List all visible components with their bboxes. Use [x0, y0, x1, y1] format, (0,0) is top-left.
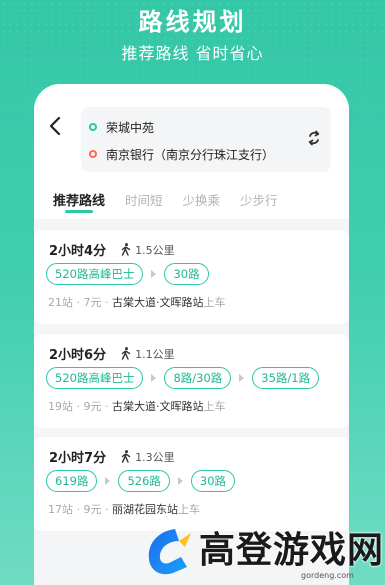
boarding-label: 上车: [178, 503, 200, 516]
transfer-arrow-icon: [151, 270, 157, 278]
route-duration: 2小时6分: [49, 348, 107, 363]
tab-least-walking[interactable]: 少步行: [240, 190, 278, 219]
bus-line-list: 619路 526路 30路: [46, 470, 236, 492]
tab-shortest-time[interactable]: 时间短: [125, 190, 163, 219]
route-summary: 2小时7分 1.3公里: [49, 447, 175, 466]
swap-direction-icon[interactable]: [305, 129, 323, 147]
tab-recommended[interactable]: 推荐路线: [53, 190, 105, 219]
route-duration: 2小时7分: [49, 451, 107, 466]
bus-line-pill: 35路/1路: [252, 367, 320, 389]
walk-distance: 1.3公里: [135, 450, 175, 464]
boarding-stop: 古棠大道·文晖路站: [112, 296, 204, 309]
stop-count: 17站: [48, 503, 73, 516]
watermark-url: gordeng.com: [301, 571, 354, 580]
transfer-arrow-icon: [105, 477, 111, 485]
back-arrow-icon[interactable]: [48, 116, 64, 136]
watermark-logo: 高登游戏网 gordeng.com: [139, 519, 385, 585]
route-details: 17站 · 9元 · 丽湖花园东站上车: [48, 503, 200, 516]
boarding-stop: 古棠大道·文晖路站: [112, 400, 204, 413]
hero-title: 路线规划: [138, 8, 247, 36]
fare: 9元: [83, 503, 102, 516]
bus-line-pill: 520路高峰巴士: [46, 263, 144, 285]
transfer-arrow-icon: [177, 477, 183, 485]
route-header: 荣城中苑 南京银行（南京分行珠江支行） 推荐路线 时间短 少换乘 少步行: [34, 84, 349, 219]
route-summary: 2小时4分 1.5公里: [49, 240, 175, 259]
bus-line-list: 520路高峰巴士 30路: [46, 263, 209, 285]
destination-field[interactable]: 南京银行（南京分行珠江支行）: [89, 144, 274, 164]
origin-text: 荣城中苑: [106, 120, 155, 135]
bus-line-pill: 520路高峰巴士: [46, 367, 144, 389]
bus-line-pill: 8路/30路: [164, 367, 232, 389]
walk-distance: 1.1公里: [135, 347, 175, 361]
walking-person-icon: [121, 347, 131, 360]
fare: 7元: [83, 296, 102, 309]
watermark-name: 高登游戏网: [199, 530, 385, 571]
walk-distance: 1.5公里: [135, 243, 175, 257]
bus-line-pill: 526路: [118, 470, 170, 492]
boarding-label: 上车: [203, 400, 226, 413]
bus-line-pill: 30路: [164, 263, 209, 285]
bus-line-pill: 30路: [190, 470, 236, 492]
walking-person-icon: [121, 243, 131, 256]
phone-screen: 荣城中苑 南京银行（南京分行珠江支行） 推荐路线 时间短 少换乘 少步行 2小时…: [34, 84, 349, 585]
route-duration: 2小时4分: [49, 244, 107, 259]
destination-text: 南京银行（南京分行珠江支行）: [106, 147, 275, 162]
watermark-logo-icon: [148, 529, 191, 575]
tab-fewest-transfers[interactable]: 少换乘: [183, 190, 221, 219]
walking-person-icon: [121, 450, 131, 463]
hero-subtitle: 推荐路线 省时省心: [121, 44, 264, 63]
origin-field[interactable]: 荣城中苑: [89, 117, 154, 137]
route-details: 21站 · 7元 · 古棠大道·文晖路站上车: [48, 296, 226, 309]
route-card[interactable]: 2小时7分 1.3公里 619路 526路 30路 17站 · 9元 · 丽湖花…: [34, 437, 349, 531]
route-details: 19站 · 9元 · 古棠大道·文晖路站上车: [48, 400, 226, 413]
fare: 9元: [83, 400, 102, 413]
transfer-arrow-icon: [151, 374, 157, 382]
origin-dot-icon: [89, 123, 97, 131]
route-summary: 2小时6分 1.1公里: [49, 344, 175, 363]
stop-count: 21站: [48, 296, 73, 309]
transfer-arrow-icon: [239, 374, 245, 382]
bus-line-list: 520路高峰巴士 8路/30路 35路/1路: [46, 367, 320, 389]
stop-count: 19站: [48, 400, 73, 413]
route-filter-tabs: 推荐路线 时间短 少换乘 少步行: [34, 190, 349, 219]
destination-dot-icon: [89, 150, 97, 158]
route-card[interactable]: 2小时4分 1.5公里 520路高峰巴士 30路 21站 · 7元 · 古棠大道…: [34, 230, 349, 324]
route-card[interactable]: 2小时6分 1.1公里 520路高峰巴士 8路/30路 35路/1路 19站 ·…: [34, 334, 349, 428]
bus-line-pill: 619路: [46, 470, 98, 492]
boarding-label: 上车: [203, 296, 226, 309]
boarding-stop: 丽湖花园东站: [112, 503, 178, 516]
route-input-box: 荣城中苑 南京银行（南京分行珠江支行）: [81, 107, 331, 172]
